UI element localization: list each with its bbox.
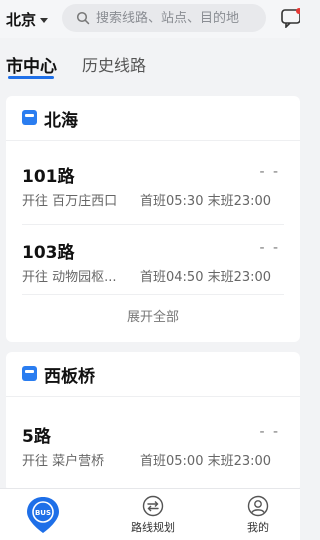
route-row[interactable]: 101路 - - 开往 百万庄西口 首班05:30 末班23:00 [6,148,300,218]
route-row[interactable]: 5路 - - 开往 菜户营桥 首班05:00 末班23:00 [6,408,300,478]
route-row[interactable]: 103路 - - 开往 动物园枢... 首班04:50 末班23:00 [6,224,300,294]
route-direction: 开往 动物园枢... [22,270,117,285]
route-eta: - - [259,240,280,256]
route-times: 首班05:30 末班23:00 [140,194,272,209]
divider [22,294,284,295]
route-eta: - - [259,424,280,440]
nav-mine[interactable]: 我的 [236,489,280,540]
route-direction: 开往 菜户营桥 [22,454,105,469]
bus-stop-icon [22,110,37,125]
route-info: 开往 动物园枢... 首班04:50 末班23:00 [22,266,271,285]
stop-header[interactable]: 西板桥 [6,352,300,396]
stop-name: 北海 [44,111,78,131]
bus-badge-text: BUS [35,509,51,517]
tab-history-routes[interactable]: 历史线路 [82,52,146,76]
nav-route-label: 路线规划 [131,521,175,534]
app-screen: 北京 市中心 历史线路 北海 101路 - - [0,0,300,540]
route-times: 首班05:00 末班23:00 [140,454,272,469]
route-times: 首班04:50 末班23:00 [140,270,272,285]
tab-bar: 市中心 历史线路 [0,44,300,88]
bus-stop-icon [22,366,37,381]
nav-bus[interactable]: BUS [24,495,62,535]
top-bar: 北京 [0,0,300,38]
city-label: 北京 [6,10,37,29]
caret-down-icon [40,17,49,23]
search-bar[interactable] [62,4,266,32]
route-info: 开往 菜户营桥 首班05:00 末班23:00 [22,450,271,469]
stop-name: 西板桥 [44,367,95,387]
expand-all-button[interactable]: 展开全部 [6,306,300,325]
divider [6,140,300,141]
stop-card: 西板桥 5路 - - 开往 菜户营桥 首班05:00 末班23:00 [6,352,300,492]
profile-icon [247,495,269,517]
active-tab-indicator [8,76,54,79]
route-info: 开往 百万庄西口 首班05:30 末班23:00 [22,190,271,209]
city-selector[interactable]: 北京 [0,0,49,38]
message-icon[interactable] [280,8,300,28]
bus-pin-icon: BUS [27,497,59,533]
stop-header[interactable]: 北海 [6,96,300,140]
divider [6,396,300,397]
search-input[interactable] [96,10,266,26]
route-number: 101路 [22,167,75,187]
stop-card: 北海 101路 - - 开往 百万庄西口 首班05:30 末班23:00 103… [6,96,300,342]
route-number: 5路 [22,427,51,447]
search-icon [76,11,90,25]
route-planning-icon [142,495,164,517]
route-number: 103路 [22,243,75,263]
route-eta: - - [259,164,280,180]
bottom-nav: BUS 路线规划 我的 [0,488,300,540]
route-direction: 开往 百万庄西口 [22,194,118,209]
tab-city-center[interactable]: 市中心 [6,52,57,77]
nav-route-planning[interactable]: 路线规划 [118,489,188,540]
nav-mine-label: 我的 [247,521,269,534]
